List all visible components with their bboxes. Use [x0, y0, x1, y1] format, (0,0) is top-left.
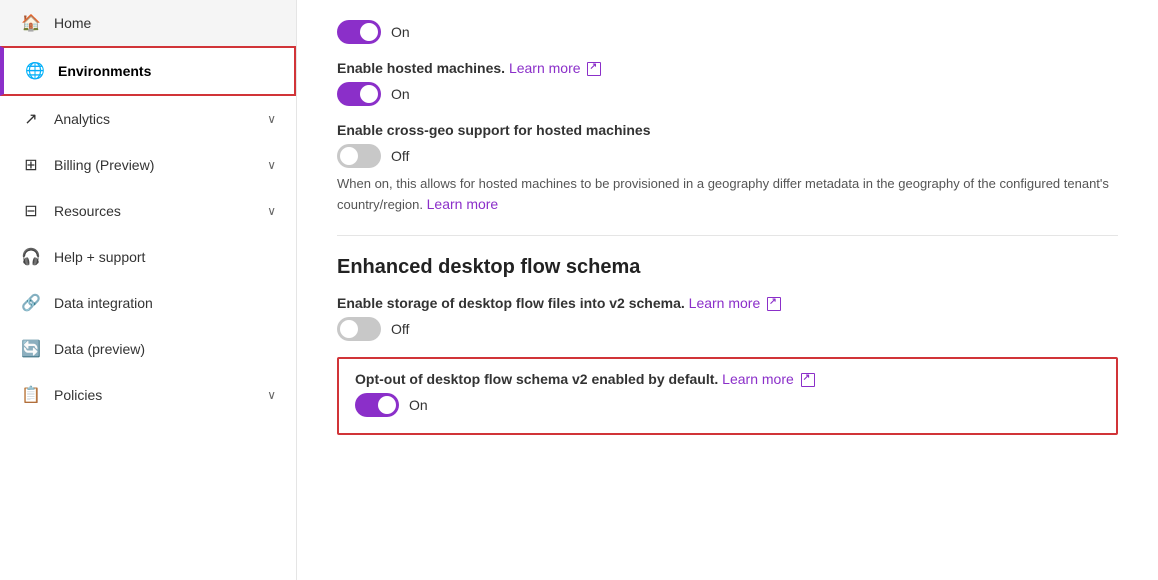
sidebar-item-data-preview[interactable]: 🔄 Data (preview)	[0, 326, 296, 372]
policies-icon: 📋	[20, 384, 42, 406]
sidebar-item-label: Analytics	[54, 111, 267, 127]
toggle-thumb	[360, 23, 378, 41]
hosted-machines-setting: Enable hosted machines. Learn more On	[337, 60, 1118, 106]
toggle-thumb	[360, 85, 378, 103]
storage-learn-more[interactable]: Learn more	[689, 295, 761, 311]
chevron-down-icon: ∨	[267, 388, 276, 402]
cross-geo-label: Enable cross-geo support for hosted mach…	[337, 122, 1118, 138]
sidebar-item-help[interactable]: 🎧 Help + support	[0, 234, 296, 280]
sidebar-item-label: Billing (Preview)	[54, 157, 267, 173]
cross-geo-setting: Enable cross-geo support for hosted mach…	[337, 122, 1118, 215]
opt-out-label: Opt-out of desktop flow schema v2 enable…	[355, 371, 1100, 387]
opt-out-status: On	[409, 397, 428, 413]
sidebar-item-label: Help + support	[54, 249, 276, 265]
storage-label: Enable storage of desktop flow files int…	[337, 295, 1118, 311]
help-icon: 🎧	[20, 246, 42, 268]
storage-setting: Enable storage of desktop flow files int…	[337, 295, 1118, 341]
section-divider	[337, 235, 1118, 236]
hosted-machines-toggle[interactable]	[337, 82, 381, 106]
cross-geo-learn-more[interactable]: Learn more	[427, 196, 499, 212]
resources-icon: ⊟	[20, 200, 42, 222]
top-toggle-status: On	[391, 24, 410, 40]
external-link-icon	[801, 373, 815, 387]
hosted-machines-learn-more[interactable]: Learn more	[509, 60, 581, 76]
toggle-thumb	[340, 147, 358, 165]
external-link-icon	[767, 297, 781, 311]
top-toggle-row: On	[337, 20, 1118, 44]
sidebar-item-policies[interactable]: 📋 Policies ∨	[0, 372, 296, 418]
external-link-icon	[587, 62, 601, 76]
sidebar-item-label: Home	[54, 15, 276, 31]
main-content: On Enable hosted machines. Learn more On…	[297, 0, 1158, 580]
sidebar-item-label: Data (preview)	[54, 341, 276, 357]
toggle-thumb	[378, 396, 396, 414]
sidebar-item-label: Environments	[58, 63, 274, 79]
hosted-machines-label: Enable hosted machines. Learn more	[337, 60, 1118, 76]
sidebar-item-billing[interactable]: ⊞ Billing (Preview) ∨	[0, 142, 296, 188]
opt-out-highlighted-box: Opt-out of desktop flow schema v2 enable…	[337, 357, 1118, 435]
billing-icon: ⊞	[20, 154, 42, 176]
chevron-down-icon: ∨	[267, 158, 276, 172]
sidebar-item-analytics[interactable]: ↗ Analytics ∨	[0, 96, 296, 142]
analytics-icon: ↗	[20, 108, 42, 130]
toggle-thumb	[340, 320, 358, 338]
sidebar-item-data-integration[interactable]: 🔗 Data integration	[0, 280, 296, 326]
cross-geo-toggle-row: Off	[337, 144, 1118, 168]
desktop-flow-title: Enhanced desktop flow schema	[337, 256, 1118, 279]
data-integration-icon: 🔗	[20, 292, 42, 314]
opt-out-learn-more[interactable]: Learn more	[722, 371, 794, 387]
sidebar-item-home[interactable]: 🏠 Home	[0, 0, 296, 46]
opt-out-toggle[interactable]	[355, 393, 399, 417]
sidebar-item-environments[interactable]: 🌐 Environments	[0, 46, 296, 96]
top-setting-row: On	[337, 20, 1118, 44]
data-preview-icon: 🔄	[20, 338, 42, 360]
home-icon: 🏠	[20, 12, 42, 34]
hosted-machines-status: On	[391, 86, 410, 102]
cross-geo-toggle[interactable]	[337, 144, 381, 168]
storage-toggle[interactable]	[337, 317, 381, 341]
sidebar: 🏠 Home 🌐 Environments ↗ Analytics ∨ ⊞ Bi…	[0, 0, 297, 580]
top-toggle[interactable]	[337, 20, 381, 44]
storage-status: Off	[391, 321, 409, 337]
globe-icon: 🌐	[24, 60, 46, 82]
sidebar-item-resources[interactable]: ⊟ Resources ∨	[0, 188, 296, 234]
sidebar-item-label: Data integration	[54, 295, 276, 311]
hosted-machines-toggle-row: On	[337, 82, 1118, 106]
cross-geo-description: When on, this allows for hosted machines…	[337, 174, 1118, 215]
chevron-down-icon: ∨	[267, 204, 276, 218]
desktop-flow-section: Enhanced desktop flow schema Enable stor…	[337, 256, 1118, 436]
opt-out-toggle-row: On	[355, 393, 1100, 417]
sidebar-item-label: Resources	[54, 203, 267, 219]
storage-toggle-row: Off	[337, 317, 1118, 341]
cross-geo-status: Off	[391, 148, 409, 164]
chevron-down-icon: ∨	[267, 112, 276, 126]
sidebar-item-label: Policies	[54, 387, 267, 403]
